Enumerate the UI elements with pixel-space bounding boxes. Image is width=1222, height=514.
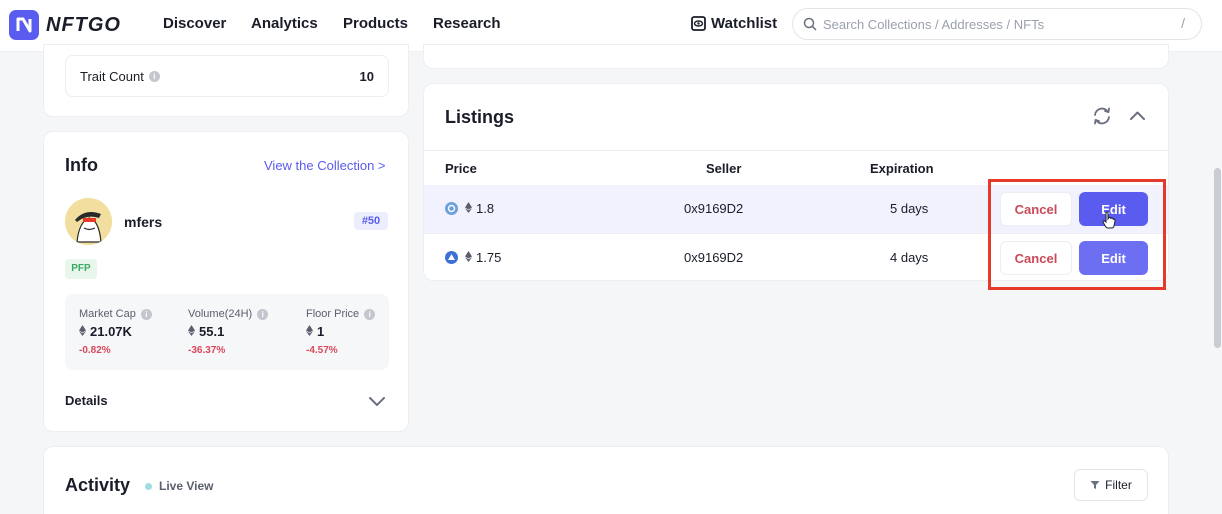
activity-title: Activity [65, 475, 131, 495]
traits-card: Trait Count i 10 [43, 44, 409, 117]
chevron-up-icon[interactable] [1129, 107, 1146, 130]
marketplace-icon [445, 251, 458, 264]
activity-card: Activity Live View Filter [43, 446, 1169, 514]
nav-products[interactable]: Products [343, 15, 408, 32]
eth-icon [79, 324, 86, 339]
logo-mark-icon [9, 10, 39, 40]
view-collection-link[interactable]: View the Collection > [264, 158, 386, 173]
scrollbar-thumb[interactable] [1214, 168, 1221, 348]
column-header-expiration: Expiration [870, 161, 934, 176]
listings-title: Listings [445, 107, 515, 127]
refresh-icon[interactable] [1092, 107, 1112, 130]
filter-label: Filter [1105, 478, 1132, 492]
listing-price: 1.75 [476, 250, 502, 265]
live-dot-icon [145, 482, 152, 490]
collection-name[interactable]: mfers [124, 214, 162, 230]
search-bar[interactable]: / [792, 8, 1202, 40]
trait-count-value: 10 [359, 68, 374, 84]
column-header-price: Price [445, 161, 477, 176]
logo-text: NFTGO [46, 13, 121, 36]
info-title: Info [65, 155, 98, 175]
collection-avatar[interactable] [65, 198, 112, 245]
info-icon[interactable]: i [140, 308, 152, 320]
info-icon[interactable]: i [148, 70, 160, 82]
hand-cursor-icon [1102, 211, 1116, 234]
details-label[interactable]: Details [65, 393, 108, 408]
stat-value: 1 [317, 324, 325, 339]
search-shortcut-hint: / [1181, 15, 1185, 31]
watchlist-label: Watchlist [711, 15, 778, 32]
stat-label: Volume(24H) [188, 308, 253, 320]
nav-research[interactable]: Research [433, 15, 501, 32]
info-icon[interactable]: i [257, 308, 269, 320]
nav-analytics[interactable]: Analytics [251, 15, 318, 32]
properties-card [423, 44, 1169, 69]
search-input[interactable] [823, 16, 1173, 32]
collection-stats: Market Cap i 21.07K -0.82% Volume(24H) i 5… [65, 294, 389, 370]
category-tag: PFP [65, 259, 97, 279]
eth-icon [306, 324, 313, 339]
stat-change: -36.37% [188, 345, 226, 356]
stat-value: 21.07K [90, 324, 132, 339]
stat-label: Floor Price [306, 308, 360, 320]
listing-seller[interactable]: 0x9169D2 [684, 201, 743, 216]
stat-change: -0.82% [79, 345, 111, 356]
stat-label: Market Cap [79, 308, 136, 320]
stat-floor-price: Floor Price i 1 -4.57% [306, 308, 376, 356]
watchlist-button[interactable]: Watchlist [691, 15, 777, 32]
eth-icon [465, 250, 472, 265]
search-icon [803, 17, 817, 31]
highlight-box [988, 179, 1166, 290]
filter-icon [1090, 481, 1100, 489]
info-card: Info View the Collection > mfers #50 PFP… [43, 131, 409, 432]
nftgo-logo[interactable]: NFTGO [9, 10, 121, 40]
stat-market-cap: Market Cap i 21.07K -0.82% [79, 308, 152, 356]
listing-seller[interactable]: 0x9169D2 [684, 250, 743, 265]
rank-badge: #50 [354, 212, 388, 230]
stat-change: -4.57% [306, 345, 338, 356]
live-view-label: Live View [159, 479, 214, 493]
marketplace-icon [445, 202, 458, 215]
divider [424, 150, 1168, 151]
eth-icon [188, 324, 195, 339]
listing-price: 1.8 [476, 201, 495, 216]
listing-expiration: 4 days [890, 250, 929, 265]
filter-button[interactable]: Filter [1074, 469, 1148, 501]
chevron-down-icon[interactable] [369, 394, 385, 412]
info-icon[interactable]: i [364, 308, 376, 320]
stat-value: 55.1 [199, 324, 225, 339]
stat-volume: Volume(24H) i 55.1 -36.37% [188, 308, 269, 356]
eth-icon [465, 201, 472, 216]
watchlist-icon [691, 16, 706, 31]
nav-discover[interactable]: Discover [163, 15, 226, 32]
listing-expiration: 5 days [890, 201, 929, 216]
column-header-seller: Seller [706, 161, 742, 176]
live-view-indicator[interactable]: Live View [145, 479, 213, 493]
trait-count-label: Trait Count [80, 68, 144, 84]
trait-count-row: Trait Count i 10 [65, 55, 389, 97]
